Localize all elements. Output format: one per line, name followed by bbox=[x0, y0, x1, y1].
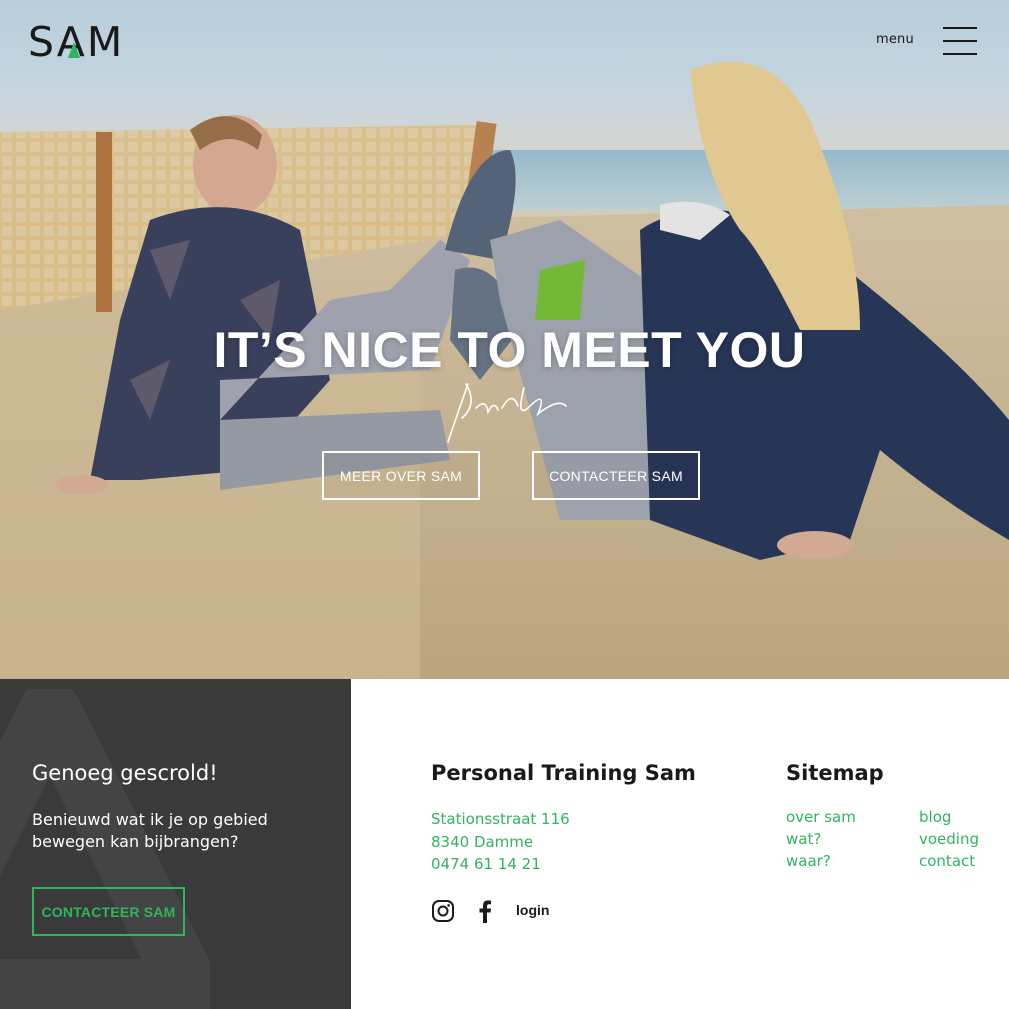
footer-cta-panel: Genoeg gescrold! Benieuwd wat ik je op g… bbox=[0, 679, 351, 1009]
logo[interactable]: SAM bbox=[28, 18, 132, 60]
sitemap-link-blog[interactable]: blog bbox=[919, 808, 951, 826]
footer-cta-text: Benieuwd wat ik je op gebied bewegen kan… bbox=[32, 810, 268, 851]
sitemap-link-waar[interactable]: waar? bbox=[786, 852, 831, 870]
sitemap-link-over-sam[interactable]: over sam bbox=[786, 808, 856, 826]
facebook-icon[interactable] bbox=[477, 899, 493, 923]
hero-headline: IT’S NICE TO MEET YOU bbox=[213, 322, 806, 378]
hamburger-line bbox=[943, 27, 977, 29]
login-link[interactable]: login bbox=[516, 902, 549, 918]
hamburger-line bbox=[943, 53, 977, 55]
sitemap-title: Sitemap bbox=[786, 761, 884, 785]
sitemap-link-wat[interactable]: wat? bbox=[786, 830, 821, 848]
signature bbox=[447, 383, 567, 443]
hero-section: SAM menu IT’S NICE TO MEET YOU MEER OVER… bbox=[0, 0, 1009, 679]
contacteer-sam-footer-button[interactable]: CONTACTEER SAM bbox=[32, 887, 185, 936]
address-city[interactable]: 8340 Damme bbox=[431, 831, 570, 854]
footer-cta-title: Genoeg gescrold! bbox=[32, 761, 218, 785]
meer-over-sam-button[interactable]: MEER OVER SAM bbox=[322, 451, 480, 500]
hamburger-line bbox=[943, 40, 977, 42]
sitemap-link-contact[interactable]: contact bbox=[919, 852, 975, 870]
hamburger-icon[interactable] bbox=[943, 27, 977, 57]
phone-link[interactable]: 0474 61 14 21 bbox=[431, 853, 570, 876]
instagram-icon[interactable] bbox=[431, 899, 455, 923]
footer-contact-title: Personal Training Sam bbox=[431, 761, 696, 785]
contacteer-sam-hero-button[interactable]: CONTACTEER SAM bbox=[532, 451, 700, 500]
sitemap-link-voeding[interactable]: voeding bbox=[919, 830, 979, 848]
address-block: Stationsstraat 116 8340 Damme 0474 61 14… bbox=[431, 808, 570, 876]
address-street[interactable]: Stationsstraat 116 bbox=[431, 808, 570, 831]
menu-label[interactable]: menu bbox=[876, 32, 914, 47]
